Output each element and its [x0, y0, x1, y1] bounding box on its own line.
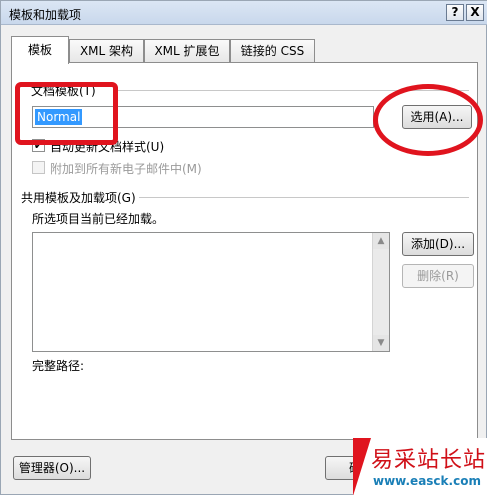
scroll-down-icon[interactable]: ▼: [373, 335, 389, 351]
tab-panel-templates: 文档模板(T) Normal 选用(A)... ✔ 自动更新文档样式(U) 附加…: [11, 62, 478, 440]
close-button[interactable]: X: [466, 4, 484, 21]
tab-templates[interactable]: 模板: [11, 36, 69, 64]
scroll-up-icon[interactable]: ▲: [373, 233, 389, 249]
document-template-input[interactable]: Normal: [32, 106, 374, 128]
list-scrollbar[interactable]: ▲ ▼: [372, 233, 389, 351]
auto-update-styles-checkbox[interactable]: ✔: [32, 139, 45, 152]
tab-xml-schema[interactable]: XML 架构: [69, 39, 144, 63]
tab-xml-expansion-packs[interactable]: XML 扩展包: [144, 39, 230, 63]
global-templates-label: 共用模板及加载项(G): [21, 189, 139, 206]
attach-to-new-email-checkbox[interactable]: [32, 161, 45, 174]
window-title: 模板和加载项: [9, 8, 82, 22]
document-template-divider: [117, 90, 469, 91]
watermark-text: 易采站长站: [371, 448, 487, 473]
global-templates-description: 所选项目当前已经加载。: [32, 212, 165, 226]
help-button[interactable]: ?: [446, 4, 464, 21]
templates-addins-dialog: 模板和加载项 ? X 模板 XML 架构 XML 扩展包 链接的 CSS 文档模…: [0, 0, 487, 495]
watermark-url: www.easck.com: [373, 474, 481, 488]
site-watermark: 易采站长站 www.easck.com: [353, 438, 487, 495]
global-templates-list[interactable]: ▲ ▼: [32, 232, 390, 352]
organizer-button[interactable]: 管理器(O)...: [13, 456, 91, 480]
add-button[interactable]: 添加(D)...: [402, 232, 474, 256]
title-bar: 模板和加载项 ? X: [1, 1, 487, 25]
auto-update-styles-label: 自动更新文档样式(U): [50, 140, 165, 154]
document-template-value: Normal: [35, 109, 83, 125]
attach-to-new-email-label: 附加到所有新电子邮件中(M): [50, 162, 202, 176]
tab-linked-css[interactable]: 链接的 CSS: [230, 39, 315, 63]
full-path-label: 完整路径:: [32, 359, 85, 373]
document-template-label: 文档模板(T): [31, 82, 99, 99]
remove-button[interactable]: 删除(R): [402, 264, 474, 288]
attach-button[interactable]: 选用(A)...: [402, 105, 472, 129]
global-templates-divider: [139, 197, 469, 198]
watermark-triangle-icon: [353, 438, 371, 495]
